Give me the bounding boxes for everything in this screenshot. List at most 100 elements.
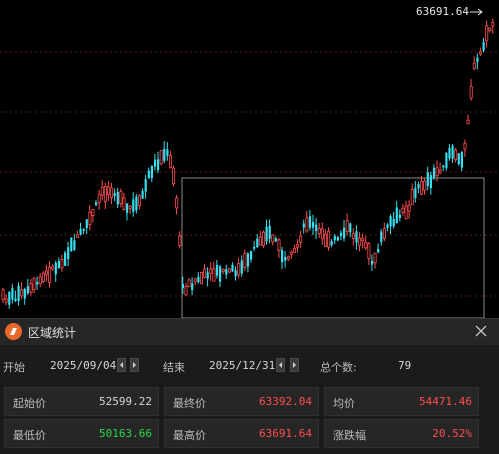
range-controls: 开始 2025/09/04 结束 2025/12/31 总个数: 79 (0, 355, 499, 377)
start-next-button[interactable] (130, 358, 139, 372)
stat-high-price: 最高价 63691.64 (164, 419, 319, 448)
candle-body (153, 159, 157, 167)
candle-body (485, 25, 489, 42)
candle-body (271, 234, 275, 243)
candle-body (234, 270, 237, 277)
candle-body (67, 247, 70, 260)
candlestick-chart[interactable] (0, 0, 499, 318)
candle-body (355, 231, 358, 243)
candle-body (41, 272, 45, 282)
candle-body (312, 222, 315, 228)
candle-body (243, 253, 247, 268)
candle-body (299, 235, 303, 243)
candle-body (14, 298, 17, 302)
candle-body (420, 181, 424, 195)
candle-body (159, 150, 163, 165)
stat-value: 52599.22 (99, 395, 152, 408)
count-value: 79 (398, 359, 412, 372)
candle-body (265, 226, 268, 242)
candle-body (451, 145, 454, 159)
candle-body (227, 268, 231, 273)
candle-body (187, 279, 191, 288)
candle-body (122, 197, 126, 210)
candle-body (482, 42, 485, 51)
candle-body (463, 142, 467, 150)
candle-body (163, 148, 166, 161)
end-label: 结束 (163, 361, 185, 374)
candle-body (448, 147, 451, 159)
peak-arrow-icon (470, 8, 483, 16)
start-date-field[interactable]: 2025/09/04 (50, 359, 116, 372)
stat-value: 63392.04 (259, 395, 312, 408)
candle-body (36, 281, 39, 285)
candle-body (253, 246, 256, 249)
candle-body (197, 276, 200, 283)
stat-start-price: 起始价 52599.22 (4, 387, 159, 416)
candle-body (95, 202, 98, 206)
candle-body (126, 203, 129, 213)
candle-body (32, 278, 36, 291)
candle-body (386, 224, 389, 229)
candle-body (380, 231, 383, 243)
candle-body (414, 187, 417, 199)
candle-body (135, 196, 138, 211)
candle-body (70, 237, 73, 252)
candle-body (333, 236, 336, 241)
panel-title: 区域统计 (28, 326, 77, 340)
candle-body (401, 207, 405, 213)
candle-body (286, 256, 290, 260)
candle-body (305, 217, 309, 232)
candle-body (349, 223, 352, 233)
stat-low-price: 最低价 50163.66 (4, 419, 159, 448)
candle-body (292, 248, 296, 253)
candle-body (454, 149, 458, 160)
candle-body (256, 238, 259, 248)
app-logo-icon (5, 323, 22, 340)
end-prev-button[interactable] (276, 358, 285, 372)
candle-body (258, 236, 262, 246)
stat-value: 20.52% (432, 427, 472, 440)
candle-body (320, 228, 324, 240)
candle-body (336, 237, 339, 241)
candle-body (231, 264, 234, 272)
candle-body (315, 224, 318, 232)
triangle-right-icon (293, 362, 296, 368)
candle-body (107, 186, 111, 195)
candle-body (281, 250, 284, 263)
stat-end-price: 最终价 63392.04 (164, 387, 319, 416)
candle-body (76, 234, 80, 238)
count-label: 总个数: (320, 361, 357, 374)
candle-body (343, 227, 346, 239)
candle-body (373, 252, 377, 264)
candle-body (277, 239, 281, 251)
candle-body (429, 175, 432, 189)
candle-body (488, 27, 492, 32)
candle-body (172, 167, 176, 185)
candle-body (478, 51, 482, 55)
candle-body (51, 266, 55, 270)
candle-body (91, 209, 95, 216)
candle-body (38, 276, 42, 284)
stat-value: 50163.66 (99, 427, 152, 440)
candle-body (268, 225, 271, 239)
candle-body (4, 298, 8, 303)
candle-body (128, 205, 132, 210)
candle-body (203, 268, 207, 278)
end-date-field[interactable]: 2025/12/31 (209, 359, 275, 372)
selection-box[interactable] (181, 177, 485, 318)
candle-body (274, 238, 277, 242)
candle-body (246, 253, 250, 267)
start-prev-button[interactable] (117, 358, 126, 372)
candle-body (442, 165, 445, 168)
stat-value: 63691.64 (259, 427, 312, 440)
candle-body (79, 229, 82, 235)
stat-average-price: 均价 54471.46 (324, 387, 479, 416)
close-icon[interactable] (472, 322, 490, 340)
candle-body (11, 288, 14, 300)
end-next-button[interactable] (290, 358, 299, 372)
candle-body (147, 170, 150, 179)
candle-body (225, 269, 228, 275)
candle-body (60, 259, 64, 269)
candle-body (97, 193, 101, 203)
candle-body (404, 205, 408, 220)
